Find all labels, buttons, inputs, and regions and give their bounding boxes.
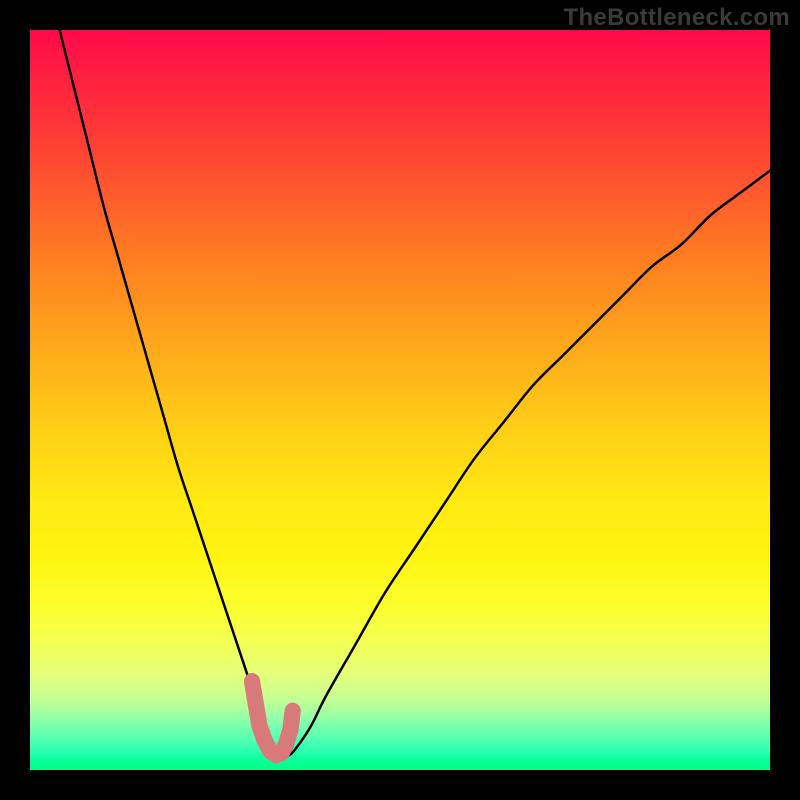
optimal-range-highlight: [252, 681, 293, 755]
highlight-layer: [30, 30, 770, 770]
chart-frame: TheBottleneck.com: [0, 0, 800, 800]
plot-area: [30, 30, 770, 770]
watermark-text: TheBottleneck.com: [564, 4, 790, 32]
